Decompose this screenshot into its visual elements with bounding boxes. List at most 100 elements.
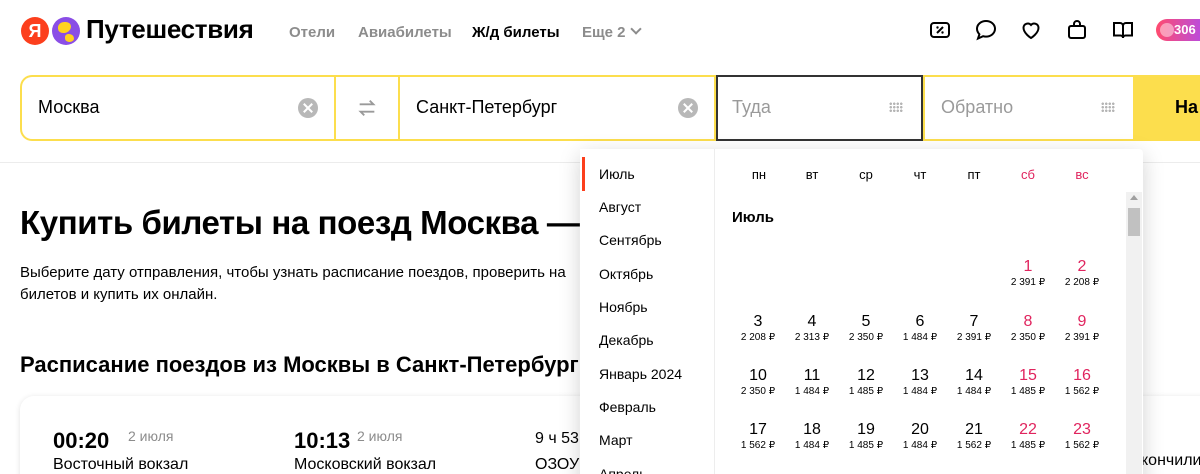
month-item[interactable]: Январь 2024: [599, 366, 682, 382]
month-item[interactable]: Март: [599, 432, 633, 448]
calendar-day[interactable]: 14 1 484 ₽: [947, 367, 1001, 397]
day-price: 2 391 ₽: [1064, 332, 1100, 343]
to-field[interactable]: Санкт-Петербург: [400, 77, 714, 139]
calendar-day[interactable]: 13 1 484 ₽: [893, 367, 947, 397]
find-button-label: На: [1175, 97, 1199, 117]
calendar-day[interactable]: 1 2 391 ₽: [1001, 258, 1055, 288]
from-input-value[interactable]: Москва: [38, 97, 99, 118]
calendar-day[interactable]: 10 2 350 ₽: [731, 367, 785, 397]
calendar-day[interactable]: 4 2 313 ₽: [785, 313, 839, 343]
day-number: 23: [1073, 421, 1091, 438]
day-price: 1 485 ₽: [848, 386, 884, 397]
day-number: 14: [965, 367, 983, 384]
calendar-day[interactable]: 23 1 562 ₽: [1055, 421, 1109, 451]
calendar-day[interactable]: 7 2 391 ₽: [947, 313, 1001, 343]
arrival-station[interactable]: Московский вокзал: [294, 456, 436, 474]
calendar-day[interactable]: 21 1 562 ₽: [947, 421, 1001, 451]
day-price: 1 484 ₽: [902, 332, 938, 343]
orders-bag-icon[interactable]: [1065, 18, 1089, 42]
day-price: 1 485 ₽: [1010, 386, 1046, 397]
calendar-day[interactable]: 11 1 484 ₽: [785, 367, 839, 397]
calendar-day[interactable]: 15 1 485 ₽: [1001, 367, 1055, 397]
nav-flights[interactable]: Авиабилеты: [358, 24, 452, 41]
calendar-day[interactable]: 22 1 485 ₽: [1001, 421, 1055, 451]
arrival-date: 2 июля: [357, 428, 403, 444]
day-price: 1 562 ₽: [956, 440, 992, 451]
day-number: 20: [911, 421, 929, 438]
day-number: 9: [1077, 313, 1087, 330]
from-field[interactable]: Москва: [22, 77, 334, 139]
calendar-day[interactable]: 16 1 562 ₽: [1055, 367, 1109, 397]
calendar-day[interactable]: 12 1 485 ₽: [839, 367, 893, 397]
book-icon[interactable]: [1111, 18, 1135, 42]
train-number[interactable]: ОЗОУ: [535, 456, 579, 474]
date-there-placeholder: Туда: [732, 97, 771, 117]
calendar-day[interactable]: 18 1 484 ₽: [785, 421, 839, 451]
nav-trains[interactable]: Ж/д билеты: [472, 24, 560, 41]
day-number: 18: [803, 421, 821, 438]
calendar-icon: [1101, 102, 1115, 112]
calendar-day[interactable]: 6 1 484 ₽: [893, 313, 947, 343]
month-item[interactable]: Ноябрь: [599, 299, 648, 315]
calendar-day[interactable]: 9 2 391 ₽: [1055, 313, 1109, 343]
day-price: 2 391 ₽: [1010, 277, 1046, 288]
month-item[interactable]: Апрель: [599, 466, 647, 474]
globe-logo-icon[interactable]: [52, 17, 80, 45]
calendar-day[interactable]: 20 1 484 ₽: [893, 421, 947, 451]
discount-ticket-icon[interactable]: [928, 18, 952, 42]
day-number: 8: [1023, 313, 1033, 330]
day-price: 1 484 ₽: [902, 440, 938, 451]
scroll-up-arrow-icon[interactable]: [1130, 195, 1138, 200]
nav-hotels[interactable]: Отели: [289, 24, 335, 41]
day-price: 2 208 ₽: [740, 332, 776, 343]
month-item[interactable]: Июль: [599, 166, 635, 182]
day-number: 1: [1023, 258, 1033, 275]
month-item[interactable]: Сентябрь: [599, 232, 662, 248]
swap-button[interactable]: [336, 77, 398, 139]
departure-date: 2 июля: [128, 428, 174, 444]
date-back-field[interactable]: Обратно: [925, 77, 1133, 139]
weekday-label: вт: [805, 167, 819, 182]
header: Я Путешествия Отели Авиабилеты Ж/д билет…: [0, 0, 1200, 62]
month-item[interactable]: Декабрь: [599, 332, 654, 348]
day-number: 4: [807, 313, 817, 330]
day-number: 6: [915, 313, 925, 330]
clear-icon[interactable]: [298, 98, 318, 118]
month-item[interactable]: Август: [599, 199, 641, 215]
swap-arrows-icon: [358, 100, 376, 116]
nav-more[interactable]: Еще 2: [582, 23, 642, 41]
calendar-day[interactable]: 19 1 485 ₽: [839, 421, 893, 451]
scrollbar-thumb[interactable]: [1128, 208, 1140, 236]
date-there-field[interactable]: Туда: [716, 75, 923, 141]
day-price: 2 208 ₽: [1064, 277, 1100, 288]
clear-icon[interactable]: [678, 98, 698, 118]
calendar-day[interactable]: 3 2 208 ₽: [731, 313, 785, 343]
heart-icon[interactable]: [1019, 18, 1043, 42]
month-item[interactable]: Октябрь: [599, 266, 653, 282]
departure-station[interactable]: Восточный вокзал: [53, 456, 188, 474]
page-description: Выберите дату отправления, чтобы узнать …: [20, 264, 566, 303]
service-title[interactable]: Путешествия: [86, 14, 254, 45]
day-number: 5: [861, 313, 871, 330]
calendar-day[interactable]: 5 2 350 ₽: [839, 313, 893, 343]
chat-icon[interactable]: [974, 18, 998, 42]
weekday-label: пн: [751, 167, 767, 182]
weekday-label: пт: [967, 167, 981, 182]
plus-points-badge[interactable]: 306: [1156, 19, 1200, 41]
nav-more-label: Еще 2: [582, 24, 626, 41]
calendar-day[interactable]: 2 2 208 ₽: [1055, 258, 1109, 288]
day-number: 22: [1019, 421, 1037, 438]
active-month-indicator: [582, 157, 585, 191]
day-number: 15: [1019, 367, 1037, 384]
month-item[interactable]: Февраль: [599, 399, 656, 415]
day-price: 2 350 ₽: [848, 332, 884, 343]
find-button[interactable]: На: [1135, 75, 1200, 141]
calendar-day[interactable]: 17 1 562 ₽: [731, 421, 785, 451]
weekday-label: чт: [913, 167, 927, 182]
day-number: 3: [753, 313, 763, 330]
day-price: 2 391 ₽: [956, 332, 992, 343]
calendar-day[interactable]: 8 2 350 ₽: [1001, 313, 1055, 343]
departure-time: 00:20: [53, 428, 110, 453]
to-input-value[interactable]: Санкт-Петербург: [416, 97, 557, 118]
yandex-logo[interactable]: Я: [21, 17, 49, 45]
